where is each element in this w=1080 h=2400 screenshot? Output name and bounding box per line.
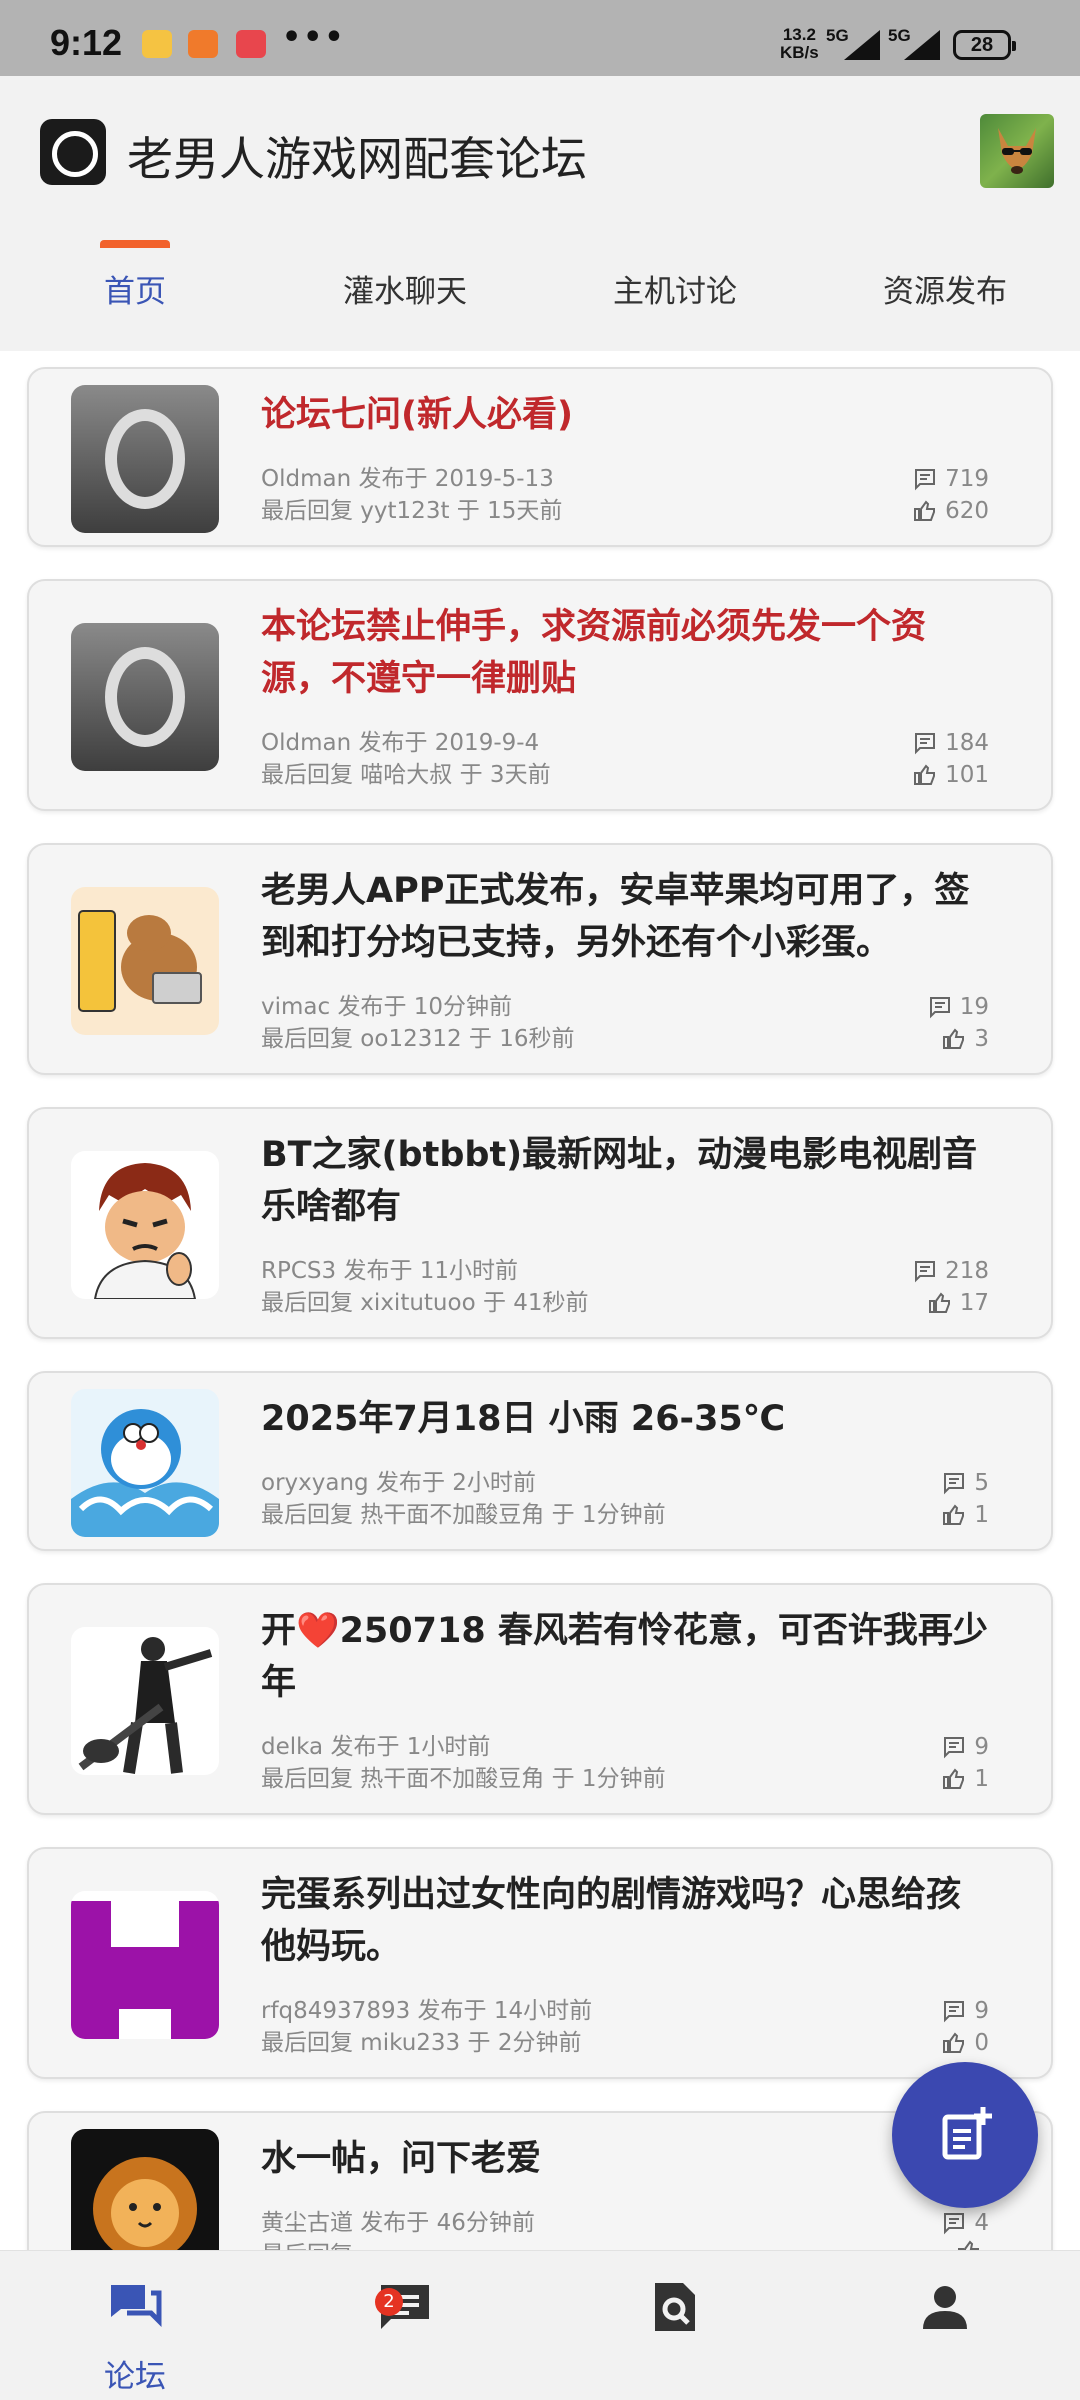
nav-messages[interactable]: [270, 2251, 540, 2400]
post-title: 老男人APP正式发布，安卓苹果均可用了，签到和打分均已支持，另外还有个小彩蛋。: [261, 871, 970, 963]
post-meta: rfq84937893 发布于 14小时前 最后回复 miku233 于 2分钟…: [261, 1998, 593, 2056]
purple-h-avatar: [71, 1901, 219, 2039]
post-title: BT之家(btbbt)最新网址，动漫电影电视剧音乐啥都有: [261, 1135, 978, 1227]
post-author-avatar: [71, 2129, 219, 2251]
post-stats: 5 1: [942, 1467, 989, 1531]
doraemon-avatar: [71, 1409, 219, 1537]
post-card[interactable]: 2025年7月18日 小雨 26-35℃ oryxyang 发布于 2小时前 最…: [27, 1371, 1053, 1551]
post-title: 水一帖，问下老爱: [261, 2139, 542, 2179]
tab-console[interactable]: 主机讨论: [540, 266, 810, 311]
post-card[interactable]: 老男人APP正式发布，安卓苹果均可用了，签到和打分均已支持，另外还有个小彩蛋。 …: [27, 843, 1053, 1075]
post-meta: vimac 发布于 10分钟前 最后回复 oo12312 于 16秒前: [261, 994, 575, 1052]
post-card[interactable]: BT之家(btbbt)最新网址，动漫电影电视剧音乐啥都有 RPCS3 发布于 1…: [27, 1107, 1053, 1339]
post-title: 2025年7月18日 小雨 26-35℃: [261, 1399, 786, 1439]
guitarist-avatar: [78, 1637, 213, 1774]
comment-icon: [944, 2001, 965, 2023]
post-title: 本论坛禁止伸手，求资源前必须先发一个资源，不遵守一律删贴: [261, 607, 927, 699]
lion-avatar: [93, 2157, 197, 2251]
battery-icon: 28: [953, 30, 1016, 60]
post-stats: 184 101: [913, 727, 989, 791]
post-meta: oryxyang 发布于 2小时前 最后回复 热干面不加酸豆角 于 1分钟前: [261, 1470, 666, 1528]
post-author-avatar: [71, 623, 219, 771]
more-notifications-icon: •••: [282, 20, 346, 55]
signal-icon: [904, 30, 940, 60]
like-icon: [943, 1028, 965, 1049]
post-card[interactable]: 完蛋系列出过女性向的剧情游戏吗？心思给孩他妈玩。 rfq84937893 发布于…: [27, 1847, 1053, 2079]
post-stats: 218 17: [913, 1255, 989, 1319]
signal-icon: [844, 30, 880, 60]
post-author-avatar: [71, 1891, 219, 2039]
post-meta: Oldman 发布于 2019-9-4 最后回复 喵哈大叔 于 3天前: [261, 730, 551, 788]
dog-with-sunglasses-avatar: [998, 128, 1036, 174]
bottom-nav: 论坛 2: [0, 2250, 1080, 2400]
post-title: 完蛋系列出过女性向的剧情游戏吗？心思给孩他妈玩。: [261, 1875, 962, 1967]
status-time: 9:12: [50, 22, 123, 63]
like-icon: [943, 1768, 965, 1789]
post-author-avatar: [71, 385, 219, 533]
messages-badge: 2: [375, 2288, 403, 2316]
user-icon: [923, 2286, 967, 2329]
post-title: 论坛七问(新人必看): [261, 395, 573, 435]
post-stats: 719 620: [913, 463, 989, 527]
notification-icon: [142, 30, 172, 58]
new-post-button[interactable]: [892, 2062, 1038, 2208]
comment-icon: [929, 997, 950, 1019]
like-icon: [914, 764, 936, 785]
post-meta: Oldman 发布于 2019-5-13 最后回复 yyt123t 于 15天前: [261, 466, 563, 524]
comment-icon: [915, 469, 936, 491]
tab-home[interactable]: 首页: [0, 266, 270, 311]
like-icon: [914, 500, 936, 521]
page-title: 老男人游戏网配套论坛: [127, 132, 587, 186]
forum-icon: [111, 2285, 162, 2328]
new-post-icon: [942, 2107, 992, 2160]
post-stats: 9 0: [942, 1995, 989, 2059]
nav-profile[interactable]: [810, 2251, 1080, 2400]
post-card[interactable]: 本论坛禁止伸手，求资源前必须先发一个资源，不遵守一律删贴 Oldman 发布于 …: [27, 579, 1053, 811]
post-list: 论坛七问(新人必看) Oldman 发布于 2019-5-13 最后回复 yyt…: [0, 351, 1080, 2251]
tab-chat[interactable]: 灌水聊天: [270, 266, 540, 311]
post-title: 开❤️250718 春风若有怜花意，可否许我再少年: [261, 1611, 988, 1703]
app-logo: [40, 119, 106, 185]
post-author-avatar: [71, 887, 219, 1035]
comment-icon: [944, 1473, 965, 1495]
comment-icon: [915, 733, 936, 755]
nav-forum-label: 论坛: [104, 2359, 166, 2395]
avatar[interactable]: [980, 114, 1054, 188]
status-bar: 9:12 ••• 13.2 KB/s 5G 5G 28: [0, 0, 1080, 76]
network-speed: 13.2 KB/s: [780, 25, 819, 62]
post-stats: 9 1: [942, 1731, 989, 1795]
tab-bar: 首页 灌水聊天 主机讨论 资源发布: [0, 256, 1080, 351]
search-document-icon: [655, 2283, 695, 2331]
post-stats: 19 3: [928, 991, 989, 1055]
comment-icon: [915, 1261, 936, 1283]
like-icon: [928, 1292, 950, 1313]
post-meta: RPCS3 发布于 11小时前 最后回复 xixitutuoo 于 41秒前: [261, 1258, 589, 1316]
post-author-avatar: [71, 1389, 219, 1537]
nav-forum[interactable]: 论坛: [0, 2251, 270, 2400]
taobao-notification-icon: [188, 30, 218, 58]
like-icon: [943, 2032, 965, 2053]
comment-icon: [944, 1737, 965, 1759]
capybara-sticker: [78, 910, 202, 1012]
nav-search[interactable]: [540, 2251, 810, 2400]
app-header: 老男人游戏网配套论坛 首页 灌水聊天 主机讨论 资源发布: [0, 76, 1080, 351]
post-meta: 黄尘古道 发布于 46分钟前 最后回复 ...: [261, 2210, 535, 2251]
like-icon: [943, 1504, 965, 1525]
post-stats: 4: [942, 2207, 989, 2251]
post-author-avatar: [71, 1627, 219, 1775]
post-card[interactable]: 开❤️250718 春风若有怜花意，可否许我再少年 delka 发布于 1小时前…: [27, 1583, 1053, 1815]
post-card[interactable]: 论坛七问(新人必看) Oldman 发布于 2019-5-13 最后回复 yyt…: [27, 367, 1053, 547]
xiaohongshu-notification-icon: [236, 30, 266, 58]
tab-indicator: [100, 240, 170, 248]
comment-icon: [944, 2213, 965, 2235]
post-author-avatar: [71, 1151, 219, 1299]
post-meta: delka 发布于 1小时前 最后回复 热干面不加酸豆角 于 1分钟前: [261, 1734, 666, 1792]
cartoon-character-avatar: [93, 1163, 197, 1299]
tab-resources[interactable]: 资源发布: [810, 266, 1080, 311]
